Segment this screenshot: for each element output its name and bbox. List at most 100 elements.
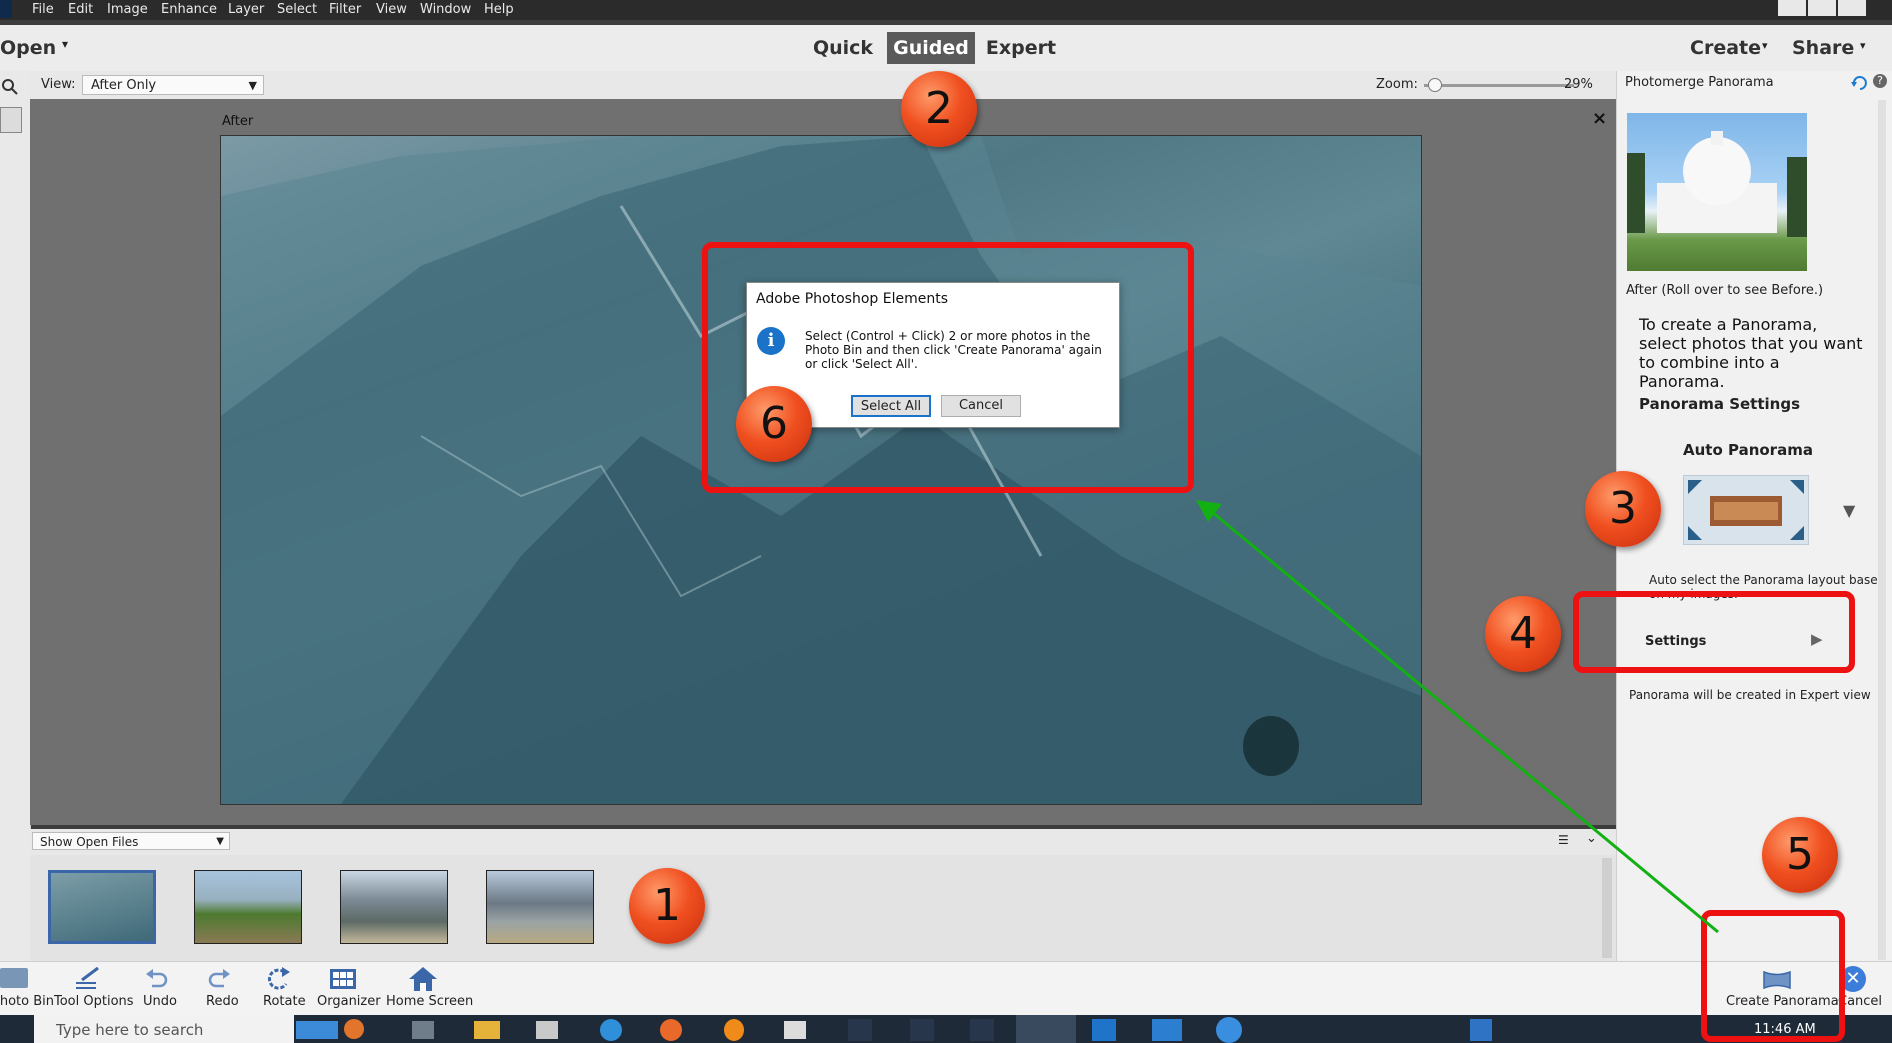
panorama-layout-icon <box>1688 480 1804 540</box>
bin-menu-icon[interactable]: ☰ <box>1558 833 1569 847</box>
reset-icon[interactable] <box>1851 74 1869 90</box>
taskbar-app-icon[interactable] <box>724 1019 744 1041</box>
zoom-tool-icon[interactable] <box>0 77 20 97</box>
instructions-text: To create a Panorama, select photos that… <box>1639 315 1863 391</box>
taskbar-widget-icon[interactable] <box>296 1021 338 1039</box>
share-dropdown-icon[interactable]: ▾ <box>1860 39 1866 52</box>
taskbar-search-app-icon[interactable] <box>1216 1017 1242 1043</box>
undo-icon[interactable] <box>144 966 170 992</box>
layout-name: Auto Panorama <box>1683 441 1813 459</box>
callout-badge-5: 5 <box>1762 817 1838 893</box>
auto-panorama-thumbnail[interactable] <box>1683 475 1809 545</box>
tab-quick[interactable]: Quick <box>808 32 878 64</box>
rotate-button[interactable]: Rotate <box>263 994 306 1009</box>
view-bar: View: After Only ▼ Zoom: 29% <box>30 71 1616 99</box>
menu-layer[interactable]: Layer <box>228 2 264 17</box>
menu-bar: File Edit Image Enhance Layer Select Fil… <box>0 0 1892 20</box>
close-window-button[interactable] <box>1838 0 1866 16</box>
help-icon[interactable]: ? <box>1873 74 1887 88</box>
bin-thumbnail[interactable] <box>486 870 594 944</box>
bottom-toolbar: Photo Bin Tool Options Undo Redo Rotate … <box>0 961 1892 1016</box>
tab-expert[interactable]: Expert <box>985 32 1057 64</box>
file-explorer-icon[interactable] <box>474 1021 500 1039</box>
image-caption: After (Roll over to see Before.) <box>1626 283 1824 298</box>
task-view-icon[interactable] <box>412 1021 434 1039</box>
view-select[interactable]: After Only ▼ <box>82 75 264 95</box>
callout-badge-2: 2 <box>901 71 977 147</box>
expert-view-note: Panorama will be created in Expert view <box>1629 688 1871 702</box>
photo-bin-button[interactable]: Photo Bin <box>0 994 54 1009</box>
menu-window[interactable]: Window <box>420 2 471 17</box>
organizer-icon[interactable] <box>329 968 357 990</box>
close-canvas-icon[interactable]: × <box>1592 108 1607 129</box>
view-select-value: After Only <box>91 78 157 93</box>
left-toolbar <box>0 71 31 961</box>
menu-view[interactable]: View <box>376 2 407 17</box>
highlight-box-settings <box>1573 591 1855 673</box>
organizer-button[interactable]: Organizer <box>317 994 381 1009</box>
zoom-label: Zoom: <box>1376 77 1418 92</box>
undo-button[interactable]: Undo <box>143 994 177 1009</box>
taskbar-app-icon[interactable] <box>344 1019 364 1039</box>
bin-thumbnail[interactable] <box>340 870 448 944</box>
mail-icon[interactable] <box>1152 1019 1182 1041</box>
tab-guided[interactable]: Guided <box>887 32 975 64</box>
taskbar-app-icon[interactable] <box>970 1019 994 1041</box>
after-label: After <box>222 114 254 129</box>
menu-enhance[interactable]: Enhance <box>161 2 217 17</box>
rotate-icon[interactable] <box>264 966 294 992</box>
taskbar-app-icon[interactable] <box>910 1019 934 1041</box>
taskbar-search-box[interactable]: Type here to search <box>34 1015 294 1043</box>
photo-bin-icon[interactable] <box>0 968 28 988</box>
tray-app-icon[interactable] <box>1470 1019 1492 1041</box>
chevron-down-icon: ▼ <box>216 836 224 847</box>
bin-thumbnail[interactable] <box>48 870 156 944</box>
callout-badge-1: 1 <box>629 868 705 944</box>
menu-filter[interactable]: Filter <box>329 2 361 17</box>
menu-select[interactable]: Select <box>277 2 317 17</box>
maximize-button[interactable] <box>1808 0 1836 16</box>
layout-dropdown-icon[interactable]: ▼ <box>1843 501 1855 520</box>
outlook-icon[interactable] <box>1092 1019 1116 1041</box>
conservatory-illustration <box>1627 131 1807 237</box>
taskbar-app-icon[interactable] <box>536 1021 558 1039</box>
telegram-icon[interactable] <box>600 1019 622 1041</box>
callout-badge-6: 6 <box>736 386 812 462</box>
menu-help[interactable]: Help <box>484 2 514 17</box>
taskbar-app-icon[interactable] <box>848 1019 872 1041</box>
show-open-files-select[interactable]: Show Open Files ▼ <box>32 832 230 850</box>
menu-edit[interactable]: Edit <box>68 2 93 17</box>
bin-thumbnail[interactable] <box>194 870 302 944</box>
app-logo-icon <box>0 0 12 18</box>
photoshop-elements-taskbar-icon[interactable] <box>1016 1015 1076 1043</box>
home-icon[interactable] <box>408 966 438 992</box>
minimize-button[interactable] <box>1778 0 1806 16</box>
menu-file[interactable]: File <box>32 2 54 17</box>
firefox-icon[interactable] <box>660 1019 682 1041</box>
panel-scrollbar[interactable] <box>1878 100 1886 960</box>
create-dropdown-icon[interactable]: ▾ <box>1762 39 1768 52</box>
share-menu[interactable]: Share <box>1792 32 1854 64</box>
menu-image[interactable]: Image <box>107 2 148 17</box>
callout-badge-3: 3 <box>1585 471 1661 547</box>
open-dropdown-icon[interactable]: ▾ <box>62 37 68 51</box>
open-button[interactable]: Open <box>0 32 60 64</box>
home-screen-button[interactable]: Home Screen <box>386 994 473 1009</box>
mode-bar: Open ▾ Quick Guided Expert Create ▾ Shar… <box>0 25 1892 72</box>
bin-scrollbar[interactable] <box>1602 858 1612 958</box>
photo-bin-header: Show Open Files ▼ ☰ ⌄ <box>30 829 1616 855</box>
tool-options-icon[interactable] <box>74 966 102 992</box>
redo-icon[interactable] <box>206 966 232 992</box>
zoom-slider-track[interactable] <box>1424 84 1574 87</box>
taskbar-app-icon[interactable] <box>784 1021 806 1039</box>
bin-collapse-icon[interactable]: ⌄ <box>1586 831 1597 846</box>
zoom-slider-thumb[interactable] <box>1428 78 1442 92</box>
panel-title: Photomerge Panorama <box>1625 75 1774 90</box>
view-label: View: <box>41 77 76 92</box>
hand-tool-icon[interactable] <box>0 107 22 133</box>
create-menu[interactable]: Create <box>1690 32 1761 64</box>
windows-taskbar: Type here to search 11:46 AM <box>0 1015 1892 1043</box>
taskbar-search-placeholder: Type here to search <box>56 1021 204 1039</box>
redo-button[interactable]: Redo <box>206 994 239 1009</box>
tool-options-button[interactable]: Tool Options <box>54 994 134 1009</box>
